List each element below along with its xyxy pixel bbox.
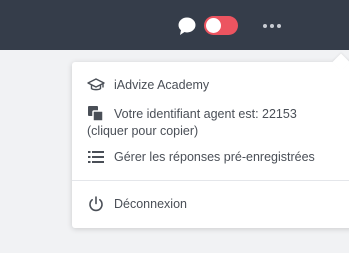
menu-item-label: Gérer les réponses pré-enregistrées	[114, 150, 315, 164]
top-bar	[0, 0, 349, 50]
menu-item-sublabel: (cliquer pour copier)	[87, 124, 199, 138]
menu-item-label: Votre identifiant agent est: 22153	[114, 107, 297, 121]
menu-item-label: Déconnexion	[114, 197, 187, 211]
graduation-cap-icon	[87, 78, 105, 91]
dot-icon	[277, 24, 281, 28]
menu-pointer	[332, 53, 349, 71]
chat-bubble-icon[interactable]	[177, 16, 197, 36]
dot-icon	[263, 24, 267, 28]
menu-item-canned-responses[interactable]: Gérer les réponses pré-enregistrées	[72, 148, 349, 168]
availability-toggle[interactable]	[204, 16, 238, 35]
menu-item-logout[interactable]: Déconnexion	[72, 195, 349, 215]
menu-item-agent-id[interactable]: Votre identifiant agent est: 22153 (cliq…	[72, 106, 349, 142]
copy-icon	[88, 106, 104, 122]
menu-item-academy[interactable]: iAdvize Academy	[72, 76, 349, 96]
menu-item-label: iAdvize Academy	[114, 78, 210, 92]
dot-icon	[270, 24, 274, 28]
menu-divider	[72, 180, 349, 181]
power-icon	[89, 196, 103, 212]
toggle-knob	[206, 18, 221, 33]
more-options-button[interactable]	[258, 16, 286, 36]
user-menu-dropdown: iAdvize Academy Votre identifiant agent …	[72, 53, 349, 228]
list-icon	[88, 151, 104, 163]
